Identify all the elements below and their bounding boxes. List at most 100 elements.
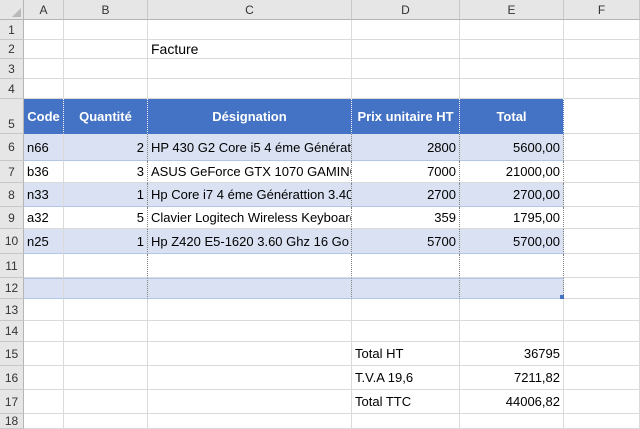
table-cell-empty[interactable] xyxy=(64,278,148,299)
select-all-corner[interactable] xyxy=(0,0,24,20)
row-header-12[interactable]: 12 xyxy=(0,278,24,299)
table-cell-empty[interactable] xyxy=(352,254,460,278)
column-header-c[interactable]: C xyxy=(148,0,352,20)
cell-a16[interactable] xyxy=(24,366,64,390)
invoice-title-cell[interactable]: Facture xyxy=(148,40,352,59)
cell-d3[interactable] xyxy=(352,59,460,79)
column-header-a[interactable]: A xyxy=(24,0,64,20)
table-cell-empty[interactable] xyxy=(148,254,352,278)
table-cell-total[interactable]: 5600,00 xyxy=(460,134,564,161)
cell-f9[interactable] xyxy=(564,207,640,229)
row-header-6[interactable]: 6 xyxy=(0,134,24,161)
cell-f16[interactable] xyxy=(564,366,640,390)
cell-b2[interactable] xyxy=(64,40,148,59)
table-cell-empty[interactable] xyxy=(460,278,564,299)
table-cell-empty[interactable] xyxy=(148,278,352,299)
table-cell-prix[interactable]: 5700 xyxy=(352,229,460,254)
cell-b3[interactable] xyxy=(64,59,148,79)
cell-e4[interactable] xyxy=(460,79,564,99)
table-cell-quantite[interactable]: 5 xyxy=(64,207,148,229)
table-cell-total[interactable]: 21000,00 xyxy=(460,161,564,183)
cell-d18[interactable] xyxy=(352,414,460,429)
cell-f5[interactable] xyxy=(564,99,640,134)
table-header-code[interactable]: Code xyxy=(24,99,64,134)
cell-c15[interactable] xyxy=(148,342,352,366)
column-header-f[interactable]: F xyxy=(564,0,640,20)
row-header-13[interactable]: 13 xyxy=(0,299,24,321)
cell-f12[interactable] xyxy=(564,278,640,299)
cell-f2[interactable] xyxy=(564,40,640,59)
table-cell-empty[interactable] xyxy=(352,278,460,299)
column-header-b[interactable]: B xyxy=(64,0,148,20)
row-header-15[interactable]: 15 xyxy=(0,342,24,366)
cell-c3[interactable] xyxy=(148,59,352,79)
table-cell-quantite[interactable]: 2 xyxy=(64,134,148,161)
row-header-10[interactable]: 10 xyxy=(0,229,24,254)
table-header-designation[interactable]: Désignation xyxy=(148,99,352,134)
cell-f10[interactable] xyxy=(564,229,640,254)
spreadsheet-grid[interactable]: A B C D E F 1 2 3 4 5 6 7 8 9 10 11 12 1… xyxy=(0,0,640,429)
cell-b15[interactable] xyxy=(64,342,148,366)
cell-f15[interactable] xyxy=(564,342,640,366)
summary-value-total-ht[interactable]: 36795 xyxy=(460,342,564,366)
cell-f11[interactable] xyxy=(564,254,640,278)
table-cell-designation[interactable]: Hp Core i7 4 éme Générattion 3.40 xyxy=(148,183,352,207)
cell-a15[interactable] xyxy=(24,342,64,366)
cell-e13[interactable] xyxy=(460,299,564,321)
cell-c13[interactable] xyxy=(148,299,352,321)
cell-f18[interactable] xyxy=(564,414,640,429)
table-cell-prix[interactable]: 359 xyxy=(352,207,460,229)
row-header-4[interactable]: 4 xyxy=(0,79,24,99)
cell-a1[interactable] xyxy=(24,20,64,40)
cell-d4[interactable] xyxy=(352,79,460,99)
row-header-7[interactable]: 7 xyxy=(0,161,24,183)
table-cell-code[interactable]: n33 xyxy=(24,183,64,207)
table-cell-prix[interactable]: 2800 xyxy=(352,134,460,161)
table-cell-prix[interactable]: 2700 xyxy=(352,183,460,207)
cell-c18[interactable] xyxy=(148,414,352,429)
table-cell-empty[interactable] xyxy=(64,254,148,278)
table-cell-designation[interactable]: Hp Z420 E5-1620 3.60 Ghz 16 Go xyxy=(148,229,352,254)
row-header-9[interactable]: 9 xyxy=(0,207,24,229)
table-cell-quantite[interactable]: 1 xyxy=(64,229,148,254)
cell-b16[interactable] xyxy=(64,366,148,390)
row-header-18[interactable]: 18 xyxy=(0,414,24,429)
row-header-3[interactable]: 3 xyxy=(0,59,24,79)
table-cell-designation[interactable]: Clavier Logitech Wireless Keyboard xyxy=(148,207,352,229)
cell-a4[interactable] xyxy=(24,79,64,99)
table-cell-total[interactable]: 1795,00 xyxy=(460,207,564,229)
cell-c17[interactable] xyxy=(148,390,352,414)
row-header-16[interactable]: 16 xyxy=(0,366,24,390)
table-cell-prix[interactable]: 7000 xyxy=(352,161,460,183)
summary-label-tva[interactable]: T.V.A 19,6 xyxy=(352,366,460,390)
table-cell-designation[interactable]: ASUS GeForce GTX 1070 GAMING xyxy=(148,161,352,183)
table-cell-total[interactable]: 5700,00 xyxy=(460,229,564,254)
table-cell-quantite[interactable]: 1 xyxy=(64,183,148,207)
cell-f7[interactable] xyxy=(564,161,640,183)
cell-b4[interactable] xyxy=(64,79,148,99)
table-cell-designation[interactable]: HP 430 G2 Core i5 4 éme Génération xyxy=(148,134,352,161)
cell-c14[interactable] xyxy=(148,321,352,342)
cell-c16[interactable] xyxy=(148,366,352,390)
table-cell-code[interactable]: b36 xyxy=(24,161,64,183)
summary-value-total-ttc[interactable]: 44006,82 xyxy=(460,390,564,414)
table-header-total[interactable]: Total xyxy=(460,99,564,134)
cell-d1[interactable] xyxy=(352,20,460,40)
cell-b14[interactable] xyxy=(64,321,148,342)
table-cell-empty[interactable] xyxy=(24,254,64,278)
table-cell-code[interactable]: n25 xyxy=(24,229,64,254)
row-header-14[interactable]: 14 xyxy=(0,321,24,342)
row-header-2[interactable]: 2 xyxy=(0,40,24,59)
cell-a18[interactable] xyxy=(24,414,64,429)
table-cell-code[interactable]: n66 xyxy=(24,134,64,161)
row-header-17[interactable]: 17 xyxy=(0,390,24,414)
cell-f14[interactable] xyxy=(564,321,640,342)
row-header-11[interactable]: 11 xyxy=(0,254,24,278)
cell-c4[interactable] xyxy=(148,79,352,99)
cell-b13[interactable] xyxy=(64,299,148,321)
cell-f17[interactable] xyxy=(564,390,640,414)
table-header-prix-unitaire[interactable]: Prix unitaire HT xyxy=(352,99,460,134)
cell-e1[interactable] xyxy=(460,20,564,40)
cell-a13[interactable] xyxy=(24,299,64,321)
cell-b1[interactable] xyxy=(64,20,148,40)
